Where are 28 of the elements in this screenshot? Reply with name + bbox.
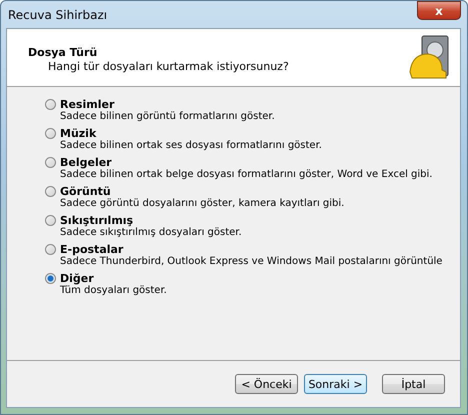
window-title: Recuva Sihirbazı bbox=[7, 8, 108, 22]
header-subtitle: Hangi tür dosyaları kurtarmak istiyorsunuz? bbox=[47, 60, 289, 73]
dialog-button[interactable]: < Önceki bbox=[235, 374, 298, 394]
option-label[interactable]: Sıkıştırılmış bbox=[60, 214, 134, 227]
radio-button[interactable] bbox=[45, 244, 56, 255]
option-label[interactable]: Görüntü bbox=[60, 185, 111, 198]
option-description: Sadece bilinen görüntü formatlarını göster. bbox=[59, 111, 276, 122]
radio-button[interactable] bbox=[45, 128, 56, 139]
radio-button[interactable] bbox=[45, 186, 56, 197]
close-button[interactable]: x bbox=[417, 1, 461, 20]
option-label[interactable]: Diğer bbox=[60, 272, 94, 285]
option-label[interactable]: Müzik bbox=[60, 127, 96, 140]
dialog-button[interactable]: İptal bbox=[382, 374, 445, 394]
option-label[interactable]: Resimler bbox=[60, 98, 114, 111]
option-description: Sadece bilinen ortak ses dosyası formatlarını göster. bbox=[59, 140, 323, 151]
option-label[interactable]: E-postalar bbox=[60, 243, 124, 256]
header-title: Dosya Türü bbox=[28, 46, 98, 59]
radio-button[interactable] bbox=[45, 273, 56, 284]
option-description: Tüm dosyaları göster. bbox=[59, 285, 168, 296]
option-description: Sadece sıkıştırılmış dosyaları göster. bbox=[59, 227, 243, 238]
dialog-button[interactable]: Sonraki > bbox=[304, 374, 367, 394]
option-description: Sadece bilinen ortak belge dosyası formatlarını göster, Word ve Excel gibi. bbox=[59, 169, 434, 180]
radio-button[interactable] bbox=[45, 157, 56, 168]
option-description: Sadece Thunderbird, Outlook Express ve Windows Mail postalarını görüntüle bbox=[59, 256, 444, 267]
radio-button[interactable] bbox=[45, 215, 56, 226]
radio-button[interactable] bbox=[45, 99, 56, 110]
option-description: Sadece görüntü dosyalarını göster, kamera kayıtları gibi. bbox=[59, 198, 346, 209]
option-label[interactable]: Belgeler bbox=[60, 156, 112, 169]
